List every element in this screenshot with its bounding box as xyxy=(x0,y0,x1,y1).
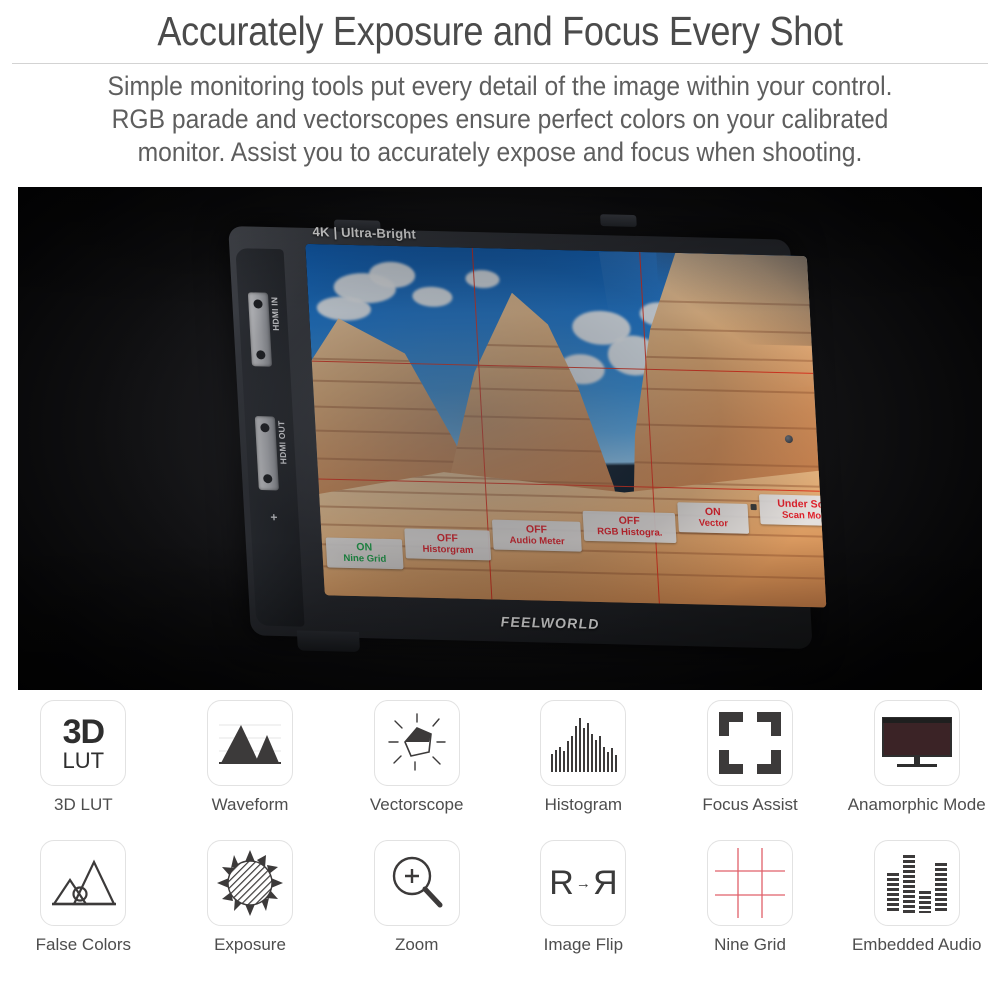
vectorscope-icon xyxy=(373,700,460,786)
feature-row-2: False Colors Exposure Zoom R → R Image F… xyxy=(0,840,1000,980)
hdmi-in-port xyxy=(247,292,273,367)
port-rail: HDMI IN HDMI OUT + xyxy=(235,248,305,627)
product-feature-page: Accurately Exposure and Focus Every Shot… xyxy=(0,0,1000,1000)
feature-item-image-flip[interactable]: R → R Image Flip xyxy=(500,840,667,980)
page-title: Accurately Exposure and Focus Every Shot xyxy=(157,8,843,54)
image-flip-icon-arrow: → xyxy=(575,874,591,892)
image-flip-icon-left-glyph: R xyxy=(549,863,574,902)
feature-label: Focus Assist xyxy=(702,795,798,814)
monitor-foot xyxy=(296,630,361,652)
subtitle-line-1: Simple monitoring tools put every detail… xyxy=(107,71,893,101)
feature-item-false-colors[interactable]: False Colors xyxy=(0,840,167,980)
brand-logo-feelworld: FEELWORLD xyxy=(500,614,600,632)
embedded-audio-icon xyxy=(873,840,960,926)
power-led-indicator xyxy=(784,435,794,444)
hotshoe-nub-right xyxy=(600,214,637,227)
hdmi-out-port xyxy=(254,416,279,491)
header: Accurately Exposure and Focus Every Shot… xyxy=(0,0,1000,182)
osd-button-audio-meter[interactable]: OFF Audio Meter xyxy=(491,519,582,552)
header-divider xyxy=(12,63,988,64)
3d-lut-icon-top-text: 3D xyxy=(62,712,105,751)
feature-item-waveform[interactable]: Waveform xyxy=(167,700,334,840)
osd-label: Historgram xyxy=(422,543,474,557)
osd-button-scan-mode[interactable]: Under Scan Scan Mode xyxy=(758,494,827,527)
feature-item-anamorphic-mode[interactable]: Anamorphic Mode xyxy=(833,700,1000,840)
feature-label: Nine Grid xyxy=(714,935,786,954)
osd-button-nine-grid[interactable]: ON Nine Grid xyxy=(325,537,404,570)
histogram-icon xyxy=(540,700,627,786)
osd-button-rgb-histogram[interactable]: OFF RGB Histogra. xyxy=(582,510,677,544)
exposure-sun-icon xyxy=(207,840,293,926)
waveform-icon xyxy=(207,700,293,786)
page-subtitle: Simple monitoring tools put every detail… xyxy=(57,70,942,169)
subtitle-line-2: RGB parade and vectorscopes ensure perfe… xyxy=(111,104,889,134)
feature-label: Vectorscope xyxy=(369,795,464,814)
feature-icon-grid: 3D LUT 3D LUT Waveform Vectorscope Histo… xyxy=(0,700,1000,1000)
feature-item-histogram[interactable]: Histogram xyxy=(500,700,667,840)
osd-label: Vector xyxy=(698,517,729,530)
nine-grid-icon xyxy=(707,840,794,926)
3d-lut-icon: 3D LUT xyxy=(40,700,127,786)
3d-lut-icon-bottom-text: LUT xyxy=(62,747,105,773)
feature-label: Exposure xyxy=(214,935,286,954)
feature-label: 3D LUT xyxy=(54,795,113,814)
plus-mark: + xyxy=(270,510,278,525)
brand-text: FEELWORLD xyxy=(500,613,601,632)
image-flip-icon: R → R xyxy=(540,840,627,926)
focus-assist-icon xyxy=(707,700,794,786)
feature-item-exposure[interactable]: Exposure xyxy=(167,840,334,980)
feature-row-1: 3D LUT 3D LUT Waveform Vectorscope Histo… xyxy=(0,700,1000,840)
subtitle-line-3: monitor. Assist you to accurately expose… xyxy=(137,137,863,167)
hdmi-in-label: HDMI IN xyxy=(269,296,282,331)
feature-label: Anamorphic Mode xyxy=(847,795,986,814)
feature-label: Image Flip xyxy=(543,935,624,954)
feature-label: Embedded Audio xyxy=(851,935,982,954)
product-hero-photo: HDMI IN HDMI OUT + ON Nine Grid OFF Hist… xyxy=(18,187,982,690)
feature-item-nine-grid[interactable]: Nine Grid xyxy=(667,840,834,980)
screen-badge-4k-ultra-bright: 4K | Ultra-Bright xyxy=(312,224,417,242)
monitor-screen[interactable]: ON Nine Grid OFF Historgram OFF Audio Me… xyxy=(305,243,827,608)
hdmi-out-label: HDMI OUT xyxy=(276,420,289,465)
feature-label: Zoom xyxy=(394,935,439,954)
feature-item-vectorscope[interactable]: Vectorscope xyxy=(333,700,500,840)
osd-button-vector[interactable]: ON Vector xyxy=(677,502,750,534)
osd-label: RGB Histogra. xyxy=(596,526,663,539)
feature-item-focus-assist[interactable]: Focus Assist xyxy=(667,700,834,840)
feature-label: Histogram xyxy=(544,795,623,814)
zoom-magnifier-icon xyxy=(373,840,460,926)
image-flip-icon-right-glyph: R xyxy=(592,863,618,902)
feature-label: False Colors xyxy=(35,935,132,954)
false-colors-icon xyxy=(40,840,127,926)
feature-item-3d-lut[interactable]: 3D LUT 3D LUT xyxy=(0,700,167,840)
monitor-body: HDMI IN HDMI OUT + ON Nine Grid OFF Hist… xyxy=(228,214,827,652)
osd-label: Scan Mode xyxy=(781,509,827,522)
monitor-device: HDMI IN HDMI OUT + ON Nine Grid OFF Hist… xyxy=(188,214,827,669)
feature-item-embedded-audio[interactable]: Embedded Audio xyxy=(833,840,1000,980)
osd-label: Nine Grid xyxy=(343,552,387,565)
osd-button-histogram[interactable]: OFF Historgram xyxy=(404,528,492,561)
anamorphic-mode-icon xyxy=(873,700,960,786)
feature-item-zoom[interactable]: Zoom xyxy=(333,840,500,980)
osd-label: Audio Meter xyxy=(509,534,566,548)
feature-label: Waveform xyxy=(211,795,289,814)
